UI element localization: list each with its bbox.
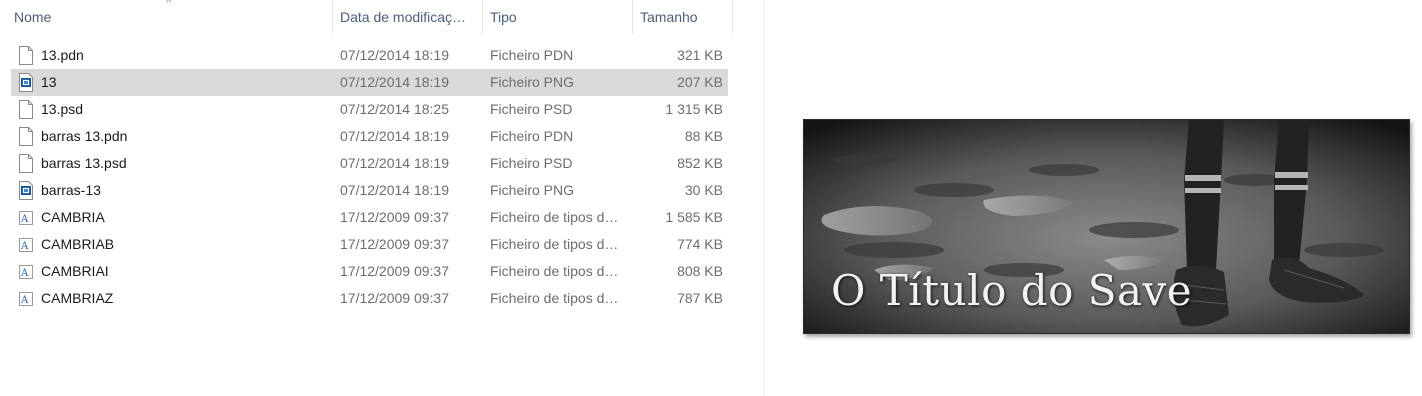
file-row[interactable]: 13.psd 07/12/2014 18:25 Ficheiro PSD 1 315 … — [11, 96, 728, 123]
file-row[interactable]: barras 13.pdn 07/12/2014 18:19 Ficheiro PD… — [11, 123, 728, 150]
file-date: 17/12/2009 09:37 — [340, 263, 449, 279]
file-row[interactable]: A CAMBRIAZ 17/12/2009 09:37 Ficheiro de tip… — [11, 285, 728, 312]
file-type: Ficheiro PNG — [490, 74, 575, 90]
file-name: 13 — [41, 74, 57, 90]
file-explorer: ^ Nome Data de modificaç… Tipo Tamanho 1… — [0, 0, 763, 396]
column-header-name[interactable]: Nome — [7, 0, 333, 34]
file-row[interactable]: 13.pdn 07/12/2014 18:19 Ficheiro PDN 321 KB — [11, 42, 728, 69]
file-type: Ficheiro de tipos d… — [490, 236, 619, 252]
svg-text:A: A — [20, 268, 29, 279]
file-date: 07/12/2014 18:25 — [340, 101, 449, 117]
file-name: 13.psd — [41, 101, 84, 117]
file-row[interactable]: A CAMBRIA 17/12/2009 09:37 Ficheiro de tipo… — [11, 204, 728, 231]
file-size: 787 KB — [677, 290, 723, 306]
column-header-size[interactable]: Tamanho — [633, 0, 732, 34]
file-name: CAMBRIA — [41, 209, 105, 225]
image-preview: O Título do Save — [803, 119, 1410, 334]
file-name: 13.pdn — [41, 47, 84, 63]
pane-divider — [763, 0, 764, 396]
file-row[interactable]: 13 07/12/2014 18:19 Ficheiro PNG 207 KB — [11, 69, 728, 96]
svg-text:A: A — [20, 241, 29, 252]
file-size: 321 KB — [677, 47, 723, 63]
file-type: Ficheiro de tipos d… — [490, 290, 619, 306]
file-size: 774 KB — [677, 236, 723, 252]
file-date: 17/12/2009 09:37 — [340, 236, 449, 252]
file-type: Ficheiro PSD — [490, 155, 573, 171]
file-name: CAMBRIAB — [41, 236, 115, 252]
file-row[interactable]: barras 13.psd 07/12/2014 18:19 Ficheiro PS… — [11, 150, 728, 177]
file-type: Ficheiro de tipos d… — [490, 263, 619, 279]
file-size: 852 KB — [677, 155, 723, 171]
file-date: 07/12/2014 18:19 — [340, 47, 449, 63]
file-type: Ficheiro de tipos d… — [490, 209, 619, 225]
column-header-type[interactable]: Tipo — [483, 0, 632, 34]
file-date: 07/12/2014 18:19 — [340, 128, 449, 144]
file-type: Ficheiro PDN — [490, 47, 574, 63]
file-name: CAMBRIAI — [41, 263, 109, 279]
file-name: barras 13.pdn — [41, 128, 128, 144]
file-type: Ficheiro PDN — [490, 128, 574, 144]
file-size: 30 KB — [684, 182, 723, 198]
file-date: 17/12/2009 09:37 — [340, 290, 449, 306]
file-date: 07/12/2014 18:19 — [340, 182, 449, 198]
file-size: 808 KB — [677, 263, 723, 279]
svg-text:A: A — [20, 295, 29, 306]
file-size: 1 585 KB — [665, 209, 723, 225]
file-size: 207 KB — [677, 74, 723, 90]
file-name: barras-13 — [41, 182, 101, 198]
file-row[interactable]: A CAMBRIAB 17/12/2009 09:37 Ficheiro de tip… — [11, 231, 728, 258]
file-type: Ficheiro PNG — [490, 182, 575, 198]
file-name: CAMBRIAZ — [41, 290, 114, 306]
banner-title: O Título do Save — [831, 266, 1193, 315]
svg-text:A: A — [20, 214, 29, 225]
file-date: 07/12/2014 18:19 — [340, 155, 449, 171]
file-row[interactable]: A CAMBRIAI 17/12/2009 09:37 Ficheiro de tip… — [11, 258, 728, 285]
file-type: Ficheiro PSD — [490, 101, 573, 117]
file-date: 17/12/2009 09:37 — [340, 209, 449, 225]
file-size: 1 315 KB — [665, 101, 723, 117]
file-size: 88 KB — [684, 128, 723, 144]
column-header-date[interactable]: Data de modificaç… — [333, 0, 482, 34]
file-name: barras 13.psd — [41, 155, 127, 171]
column-divider[interactable] — [732, 0, 733, 34]
file-date: 07/12/2014 18:19 — [340, 74, 449, 90]
file-row[interactable]: barras-13 07/12/2014 18:19 Ficheiro PNG 30 … — [11, 177, 728, 204]
